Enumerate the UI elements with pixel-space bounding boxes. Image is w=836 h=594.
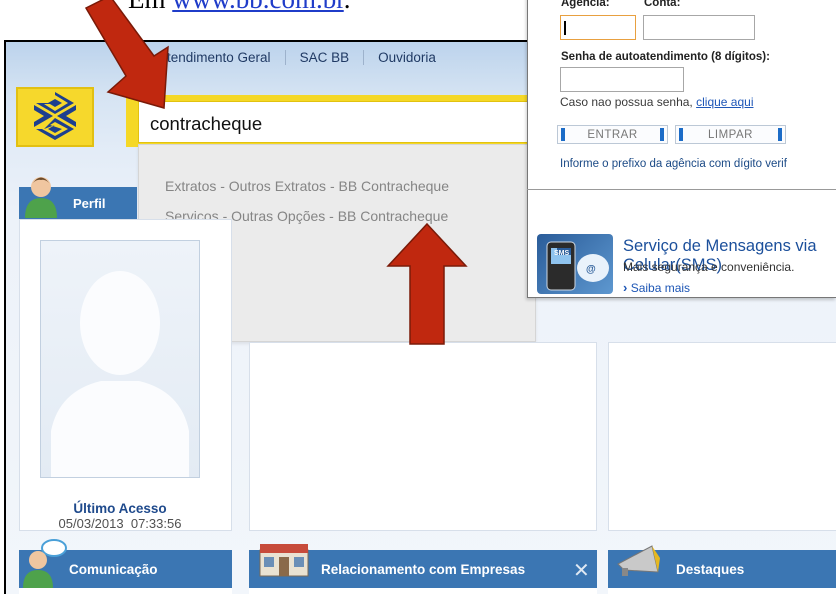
nav-ouvidoria[interactable]: Ouvidoria	[364, 50, 450, 65]
destaques-body	[608, 588, 836, 594]
last-access-datetime: 05/03/2013 07:33:56	[20, 516, 220, 531]
center-panel	[249, 342, 597, 531]
sms-title-line1: Serviço de Mensagens via	[623, 237, 817, 255]
close-icon[interactable]: ✕	[573, 558, 590, 583]
empresas-body	[249, 588, 597, 594]
perfil-title: Perfil	[73, 196, 106, 211]
chat-user-icon	[23, 539, 67, 588]
conta-input[interactable]	[643, 15, 755, 40]
senha-input[interactable]	[560, 67, 684, 92]
conta-label: Conta:	[644, 0, 681, 9]
agencia-input[interactable]	[560, 15, 636, 40]
sms-subtitle: Mais segurança e conveniência.	[623, 260, 795, 274]
agencia-label: Agência:	[561, 0, 610, 9]
suggestion-item[interactable]: Extratos - Outros Extratos - BB Contrach…	[165, 178, 449, 194]
sms-phone-icon[interactable]: @ SMS	[537, 234, 613, 294]
phone-icon: @	[546, 241, 609, 291]
last-access-date: 05/03/2013	[58, 516, 124, 531]
limpar-button[interactable]: LIMPAR	[675, 125, 786, 144]
nav-sac-bb[interactable]: SAC BB	[286, 49, 365, 65]
entrar-button[interactable]: ENTRAR	[557, 125, 668, 144]
red-arrow-diagonal-icon	[84, 0, 169, 109]
caption-link[interactable]: www.bb.com.br	[172, 0, 343, 14]
empresas-title: Relacionamento com Empresas	[321, 562, 526, 577]
avatar-placeholder-icon	[51, 271, 189, 477]
comunicacao-title: Comunicação	[69, 562, 158, 577]
svg-text:@: @	[586, 264, 596, 275]
login-separator	[527, 189, 836, 190]
no-password-hint: Caso nao possua senha, clique aqui	[560, 95, 753, 109]
user-icon	[25, 177, 57, 218]
top-navigation: Atendimento Geral SAC BB Ouvidoria	[146, 42, 450, 72]
profile-photo	[40, 240, 200, 478]
no-password-text: Caso nao possua senha,	[560, 95, 693, 109]
megaphone-icon	[617, 545, 660, 576]
saiba-mais-link[interactable]: › Saiba mais	[623, 280, 690, 295]
last-access-time: 07:33:56	[130, 516, 182, 531]
saiba-mais-label: Saiba mais	[630, 281, 691, 295]
agencia-info: Informe o prefixo da agência com dígito …	[560, 158, 787, 170]
comunicacao-body	[19, 588, 232, 594]
right-panel	[608, 342, 836, 531]
red-arrow-up-icon	[386, 222, 468, 345]
caption-suffix: .	[344, 0, 351, 14]
destaques-title: Destaques	[676, 562, 745, 577]
store-icon	[259, 544, 309, 577]
last-access-label: Último Acesso	[73, 501, 167, 516]
no-password-link[interactable]: clique aqui	[696, 95, 753, 109]
search-input[interactable]: contracheque	[138, 101, 536, 143]
text-cursor	[564, 21, 566, 35]
sms-icon-label: SMS	[554, 250, 570, 257]
chevron-right-icon: ›	[623, 280, 628, 295]
senha-label: Senha de autoatendimento (8 dígitos):	[561, 51, 770, 63]
